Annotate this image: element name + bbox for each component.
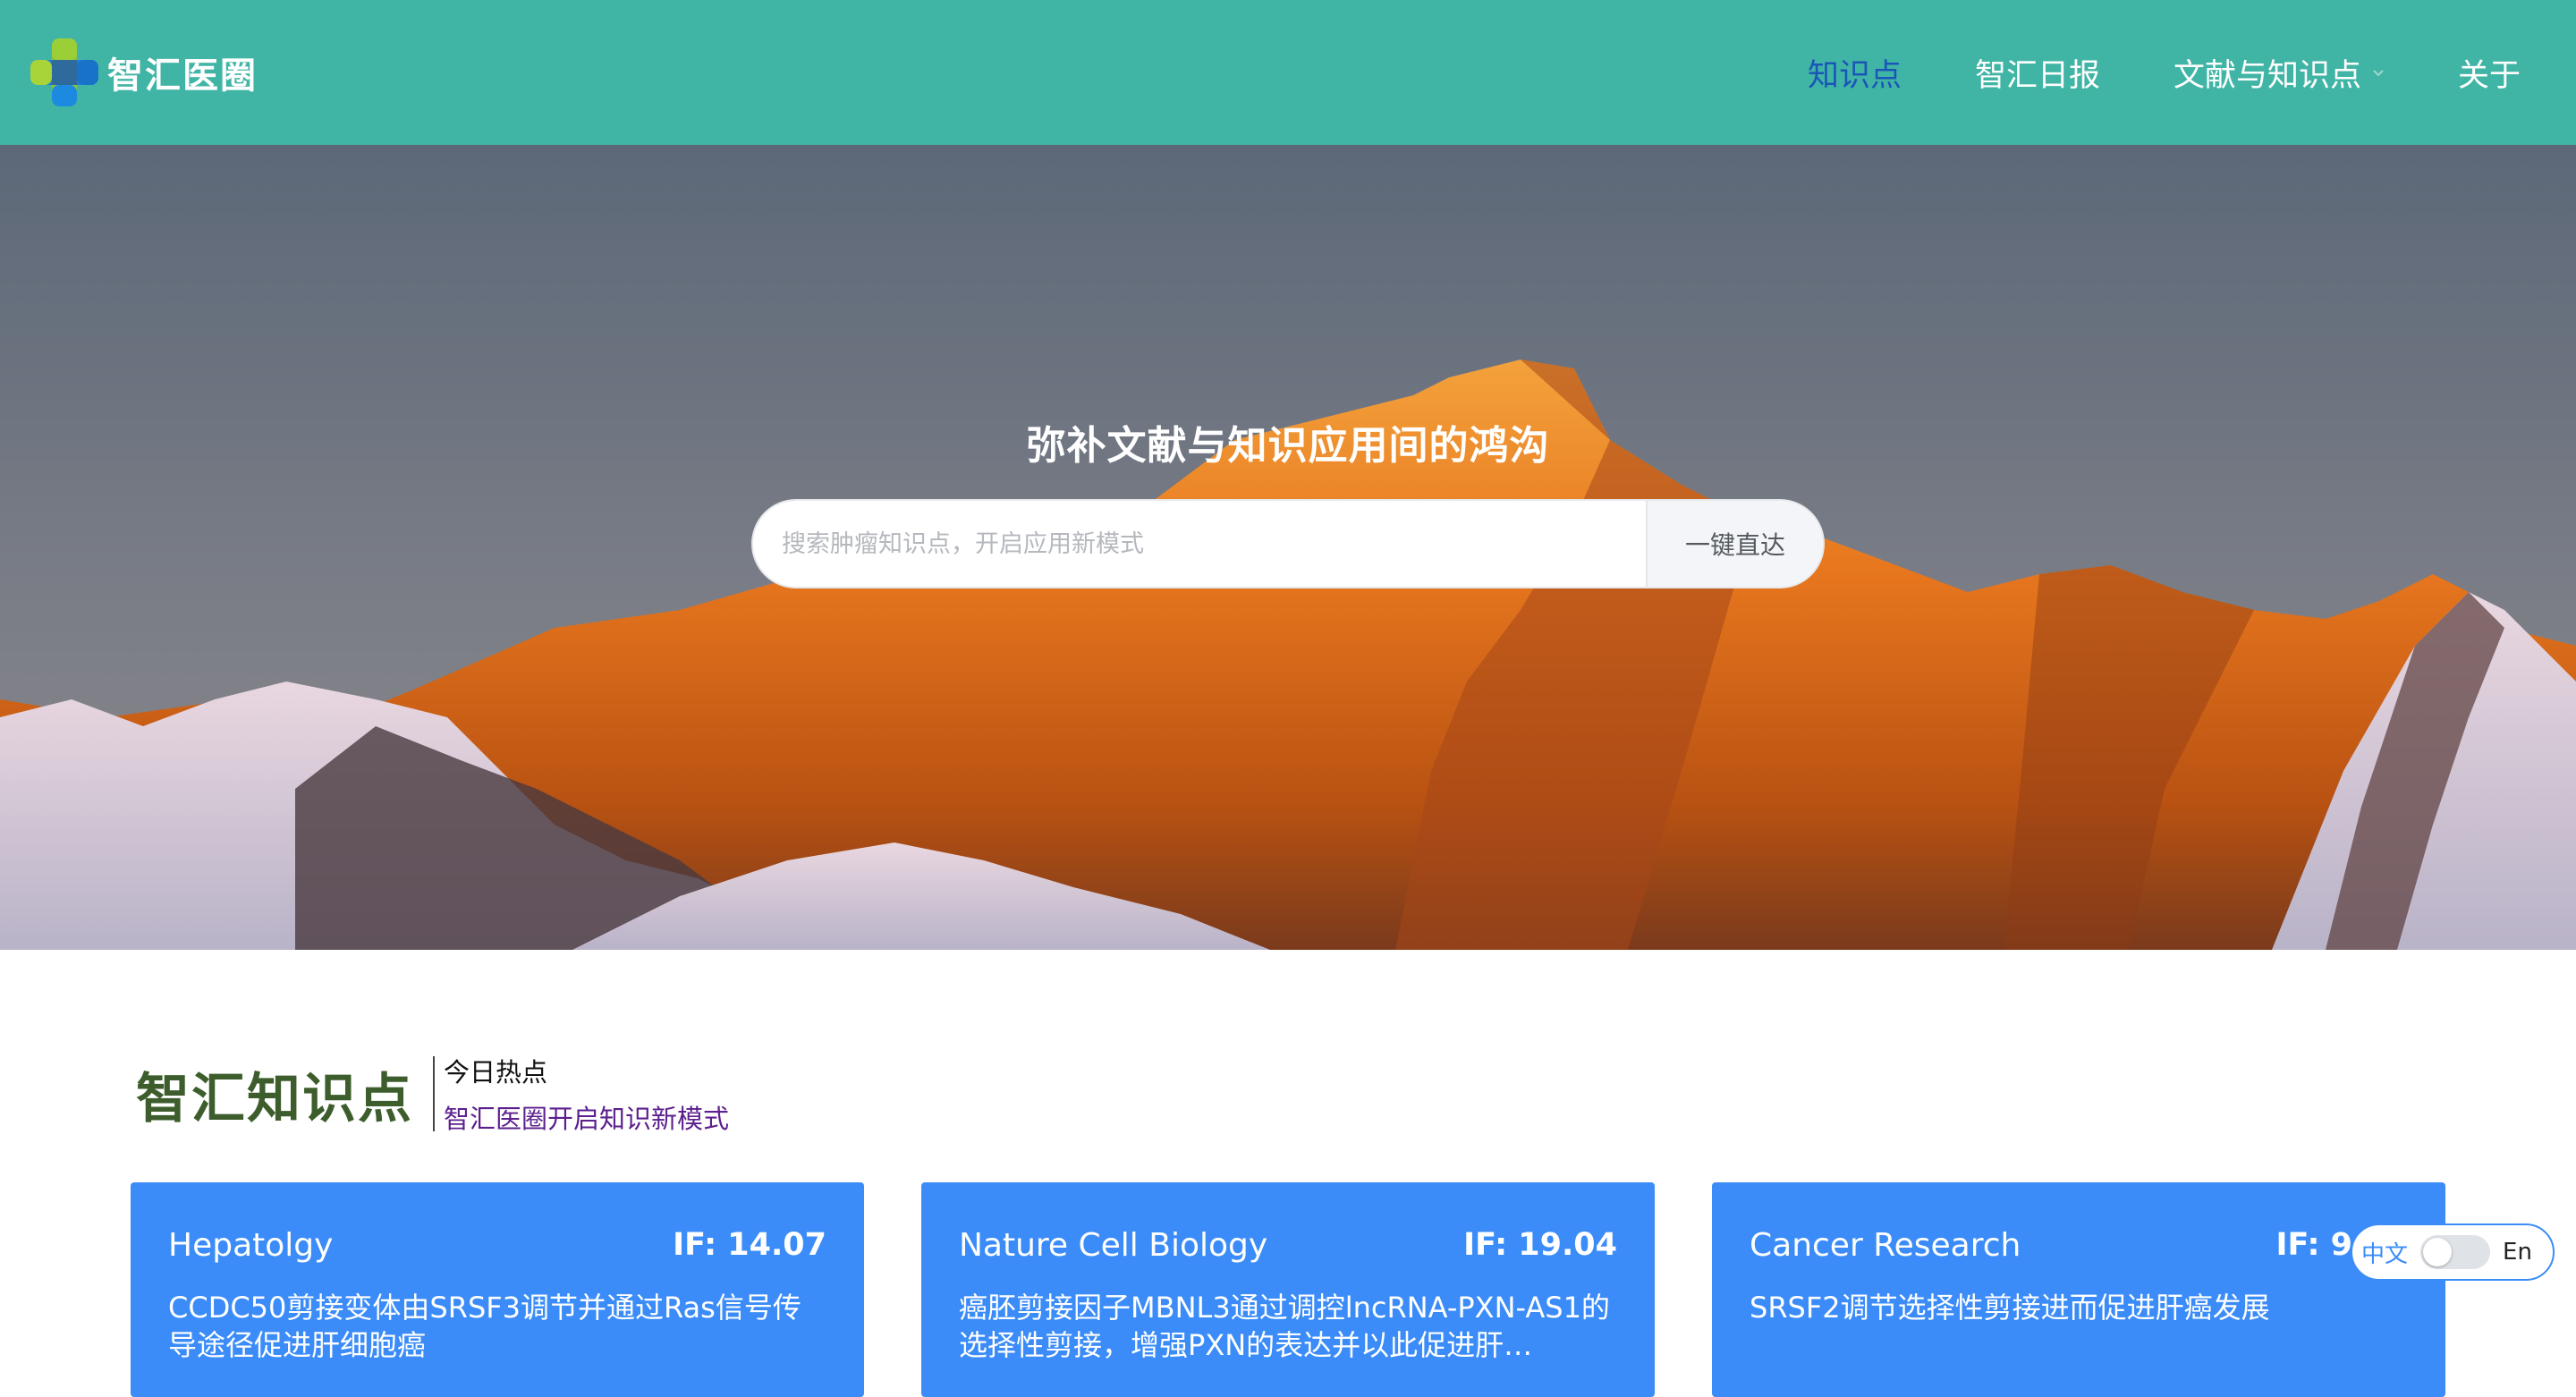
card-description: CCDC50剪接变体由SRSF3调节并通过Ras信号传导途径促进肝细胞癌 [168, 1291, 801, 1362]
nav-item-knowledge-points[interactable]: 知识点 [1808, 50, 1902, 96]
main-nav: 知识点 智汇日报 文献与知识点 关于 [1734, 0, 2521, 145]
nav-item-label: 知识点 [1807, 57, 1902, 94]
nav-item-label: 智汇日报 [1974, 57, 2100, 94]
language-zh-label[interactable]: 中文 [2361, 1236, 2408, 1269]
card-header: Cancer Research IF: 9.73 [1750, 1227, 2408, 1264]
language-switch[interactable] [2420, 1235, 2491, 1269]
nav-item-literature-knowledge[interactable]: 文献与知识点 [2174, 50, 2385, 96]
switch-knob [2423, 1238, 2453, 1266]
card-impact-factor: IF: 19.04 [1463, 1227, 1617, 1263]
search-bar: 一键直达 [751, 499, 1825, 588]
article-card[interactable]: Hepatolgy IF: 14.07 CCDC50剪接变体由SRSF3调节并通… [131, 1182, 864, 1397]
language-en-label[interactable]: En [2503, 1239, 2532, 1266]
section-tagline: 智汇医圈开启知识新模式 [444, 1104, 730, 1134]
card-header: Nature Cell Biology IF: 19.04 [959, 1227, 1617, 1264]
logo[interactable]: 智汇医圈 [27, 34, 258, 111]
logo-cross-icon [30, 38, 98, 106]
hero-banner: 弥补文献与知识应用间的鸿沟 一键直达 [0, 145, 2576, 950]
search-button[interactable]: 一键直达 [1646, 501, 1823, 587]
card-header: Hepatolgy IF: 14.07 [168, 1227, 826, 1264]
card-description: SRSF2调节选择性剪接进而促进肝癌发展 [1750, 1291, 2270, 1325]
vertical-divider [433, 1056, 435, 1131]
section-brand-title: 智汇知识点 [136, 1067, 413, 1130]
section-subtitles: 今日热点 智汇医圈开启知识新模式 [444, 1052, 729, 1136]
card-journal: Cancer Research [1750, 1227, 2021, 1264]
article-card[interactable]: Cancer Research IF: 9.73 SRSF2调节选择性剪接进而促… [1712, 1182, 2445, 1397]
language-toggle: 中文 En [2351, 1223, 2555, 1281]
hero-title: 弥补文献与知识应用间的鸿沟 [1026, 423, 1550, 469]
nav-item-label: 关于 [2457, 57, 2521, 94]
search-input[interactable] [753, 501, 1646, 587]
section-subtitle: 今日热点 [444, 1057, 548, 1088]
card-journal: Hepatolgy [168, 1227, 334, 1264]
nav-item-label: 文献与知识点 [2173, 57, 2361, 94]
nav-item-daily-report[interactable]: 智汇日报 [1975, 50, 2100, 96]
card-journal: Nature Cell Biology [959, 1227, 1268, 1264]
article-card[interactable]: Nature Cell Biology IF: 19.04 癌胚剪接因子MBNL… [921, 1182, 1655, 1397]
nav-item-about[interactable]: 关于 [2458, 50, 2521, 96]
chevron-down-icon [2373, 70, 2384, 77]
card-description: 癌胚剪接因子MBNL3通过调控lncRNA-PXN-AS1的选择性剪接，增强PX… [959, 1291, 1610, 1362]
logo-text: 智汇医圈 [107, 55, 258, 97]
top-navbar: 智汇医圈 知识点 智汇日报 文献与知识点 关于 [0, 0, 2576, 145]
section-header: 智汇知识点 今日热点 智汇医圈开启知识新模式 [136, 1054, 729, 1134]
card-impact-factor: IF: 14.07 [673, 1227, 826, 1263]
